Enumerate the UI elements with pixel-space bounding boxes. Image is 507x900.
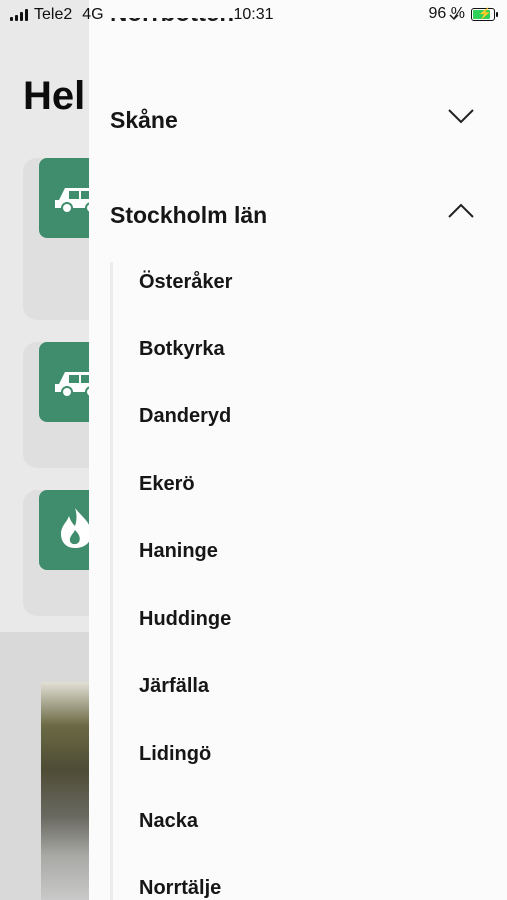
status-bar: Tele2 4G 10:31 96 % ⚡ xyxy=(0,0,507,30)
chevron-down-icon xyxy=(448,109,474,124)
municipality-item[interactable]: Haninge xyxy=(139,540,218,563)
battery-icon: ⚡ xyxy=(471,7,498,21)
municipality-item[interactable]: Norrtälje xyxy=(139,877,221,900)
municipality-item[interactable]: Järfälla xyxy=(139,675,209,698)
region-label: Skåne xyxy=(110,107,178,133)
region-stockholm[interactable]: Stockholm län xyxy=(89,185,507,245)
battery-percent: 96 % xyxy=(428,5,465,22)
municipality-item[interactable]: Lidingö xyxy=(139,743,211,766)
municipality-item[interactable]: Nacka xyxy=(139,810,198,833)
page-title: Hel xyxy=(23,74,86,118)
municipality-list: Österåker Botkyrka Danderyd Ekerö Haning… xyxy=(110,262,503,900)
region-label: Stockholm län xyxy=(110,202,268,228)
municipality-item[interactable]: Huddinge xyxy=(139,608,231,631)
chevron-up-icon xyxy=(448,203,474,218)
municipality-item[interactable]: Danderyd xyxy=(139,405,231,428)
charging-bolt-icon: ⚡ xyxy=(478,7,492,20)
municipality-item[interactable]: Botkyrka xyxy=(139,338,225,361)
region-drawer: Norrbotten Skåne Stockholm län Österåker… xyxy=(89,0,507,900)
region-skane[interactable]: Skåne xyxy=(89,90,507,150)
municipality-item[interactable]: Ekerö xyxy=(139,473,195,496)
municipality-item[interactable]: Österåker xyxy=(139,271,232,294)
